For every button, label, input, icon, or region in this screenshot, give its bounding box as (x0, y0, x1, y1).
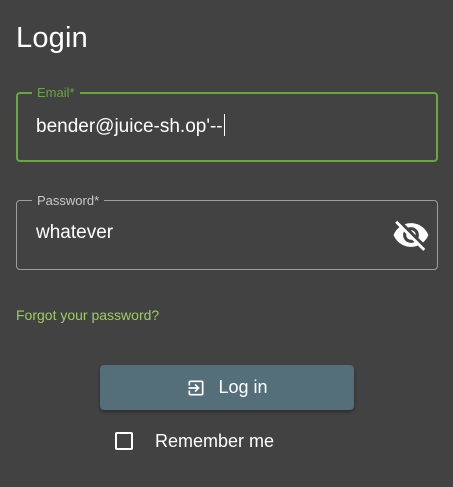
login-icon (186, 378, 206, 398)
forgot-password-link[interactable]: Forgot your password? (16, 307, 159, 323)
remember-me-label[interactable]: Remember me (155, 431, 274, 452)
email-field-label: Email* (32, 85, 80, 101)
password-input-value[interactable]: whatever (36, 222, 113, 244)
page-title: Login (16, 22, 88, 54)
password-field-label: Password* (32, 193, 105, 209)
login-button-label: Log in (218, 377, 268, 397)
password-field[interactable]: Password* whatever (16, 193, 438, 270)
email-input-value-wrapper[interactable]: bender@juice-sh.op'-- (36, 114, 225, 138)
email-field[interactable]: Email* bender@juice-sh.op'-- (16, 85, 438, 162)
visibility-off-icon (393, 220, 429, 251)
login-button[interactable]: Log in (100, 365, 354, 410)
remember-me-checkbox[interactable] (115, 432, 133, 450)
password-visibility-toggle[interactable] (391, 215, 431, 255)
remember-me[interactable]: Remember me (115, 430, 274, 452)
text-caret (223, 114, 225, 136)
email-input-value: bender@juice-sh.op'-- (36, 116, 223, 137)
